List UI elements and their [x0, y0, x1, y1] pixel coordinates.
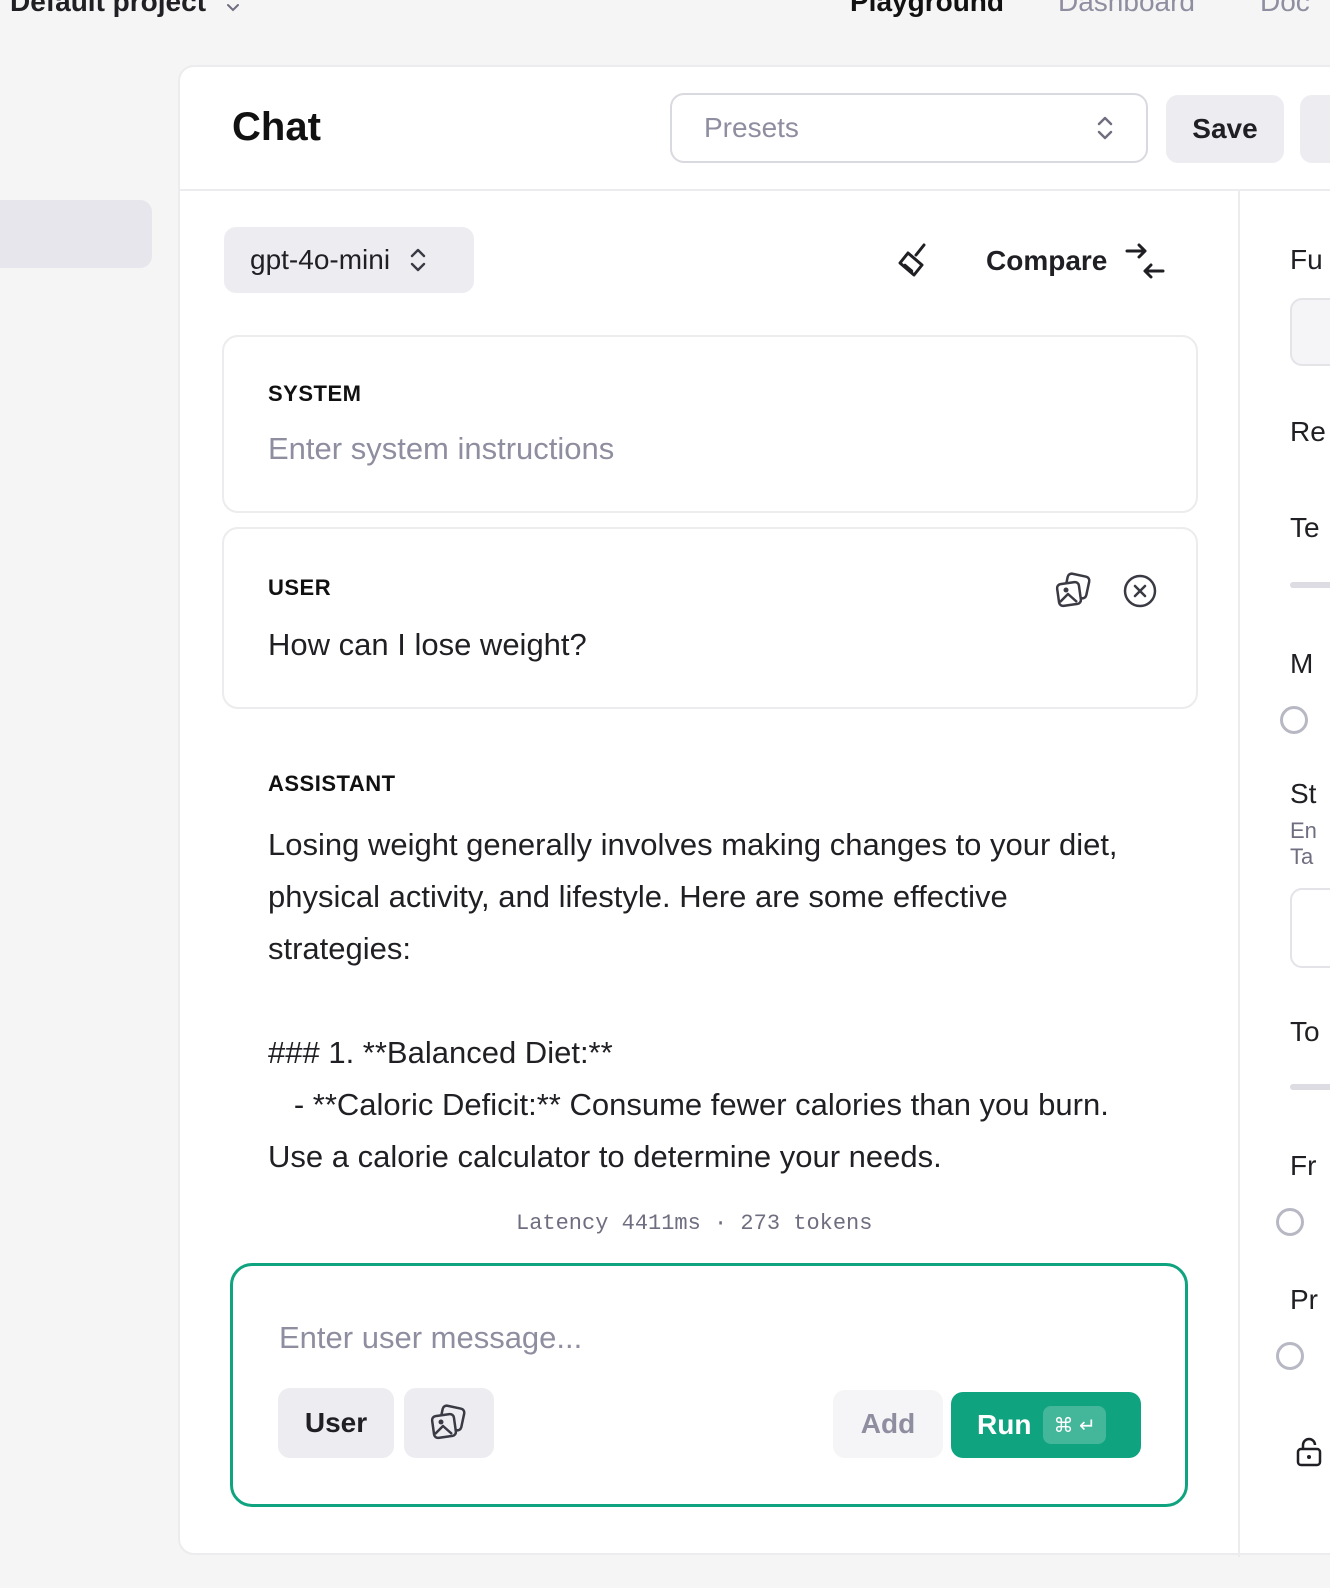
- run-label: Run: [977, 1409, 1032, 1440]
- broom-icon[interactable]: [894, 241, 934, 281]
- functions-button[interactable]: [1290, 298, 1330, 366]
- settings-label-temperature: Te: [1290, 512, 1320, 543]
- sidebar-item-chat[interactable]: [0, 200, 152, 268]
- role-label: SYSTEM: [268, 381, 362, 406]
- chevron-up-down-icon: [1097, 116, 1113, 140]
- nav-dashboard[interactable]: Dashboard: [1058, 0, 1195, 18]
- settings-label-frequency-penalty: Fr: [1290, 1150, 1317, 1181]
- presets-select[interactable]: Presets: [670, 93, 1148, 163]
- user-message-input[interactable]: Enter user message...: [279, 1320, 582, 1356]
- add-message-button[interactable]: Add: [833, 1390, 943, 1458]
- assistant-message-text[interactable]: Losing weight generally involves making …: [268, 819, 1148, 1183]
- chevron-up-down-icon: [227, 0, 240, 12]
- latency-stats: Latency 4411ms · 273 tokens: [516, 1211, 873, 1236]
- compare-arrows-icon: [1125, 243, 1165, 279]
- user-message-text[interactable]: How can I lose weight?: [268, 627, 587, 663]
- image-icon[interactable]: [1054, 571, 1094, 611]
- message-composer[interactable]: Enter user message... User Add Run ⌘ ↵: [230, 1263, 1188, 1507]
- role-toggle-button[interactable]: User: [278, 1388, 394, 1458]
- attach-image-button[interactable]: [404, 1388, 494, 1458]
- settings-label-functions: Fu: [1290, 244, 1323, 275]
- top-bar: Default project Playground Dashboard Doc: [0, 0, 1330, 40]
- keyboard-shortcut: ⌘ ↵: [1043, 1406, 1106, 1444]
- nav-playground[interactable]: Playground: [850, 0, 1004, 18]
- stop-sequences-hint: Ta: [1290, 844, 1314, 869]
- system-message[interactable]: SYSTEM Enter system instructions: [222, 335, 1198, 513]
- assistant-role-label: ASSISTANT: [268, 771, 396, 796]
- lock-icon[interactable]: [1294, 1436, 1324, 1468]
- image-icon: [430, 1404, 466, 1440]
- nav-docs[interactable]: Doc: [1260, 0, 1310, 18]
- temperature-slider[interactable]: [1290, 582, 1330, 588]
- panel-header: Chat Presets Save: [180, 67, 1330, 191]
- top-p-slider[interactable]: [1290, 1084, 1330, 1090]
- chat-panel: Chat Presets Save gpt-4o-mini Compare SY…: [178, 65, 1330, 1557]
- frequency-penalty-slider-handle[interactable]: [1276, 1208, 1304, 1236]
- presets-placeholder: Presets: [704, 112, 799, 143]
- role-label: USER: [268, 575, 332, 600]
- more-button[interactable]: [1300, 95, 1330, 163]
- settings-label-stop-sequences: St: [1290, 778, 1317, 809]
- stop-sequences-input[interactable]: [1290, 888, 1330, 968]
- page-title: Chat: [232, 105, 321, 149]
- project-selector[interactable]: Default project: [10, 0, 244, 18]
- compare-label: Compare: [986, 245, 1108, 276]
- system-instructions-input[interactable]: Enter system instructions: [268, 431, 614, 467]
- remove-circle-icon[interactable]: [1120, 571, 1160, 611]
- model-name: gpt-4o-mini: [250, 244, 391, 275]
- panel-divider: [1238, 191, 1240, 1557]
- chevron-up-down-icon: [410, 248, 426, 272]
- presence-penalty-slider-handle[interactable]: [1276, 1342, 1304, 1370]
- settings-label-top-p: To: [1290, 1016, 1320, 1047]
- project-name: Default project: [10, 0, 207, 17]
- settings-label-response-format: Re: [1290, 416, 1326, 447]
- run-button[interactable]: Run ⌘ ↵: [951, 1392, 1141, 1458]
- settings-label-max-tokens: M: [1290, 648, 1314, 679]
- user-message[interactable]: USER How can I lose weight?: [222, 527, 1198, 709]
- max-tokens-slider-handle[interactable]: [1280, 706, 1308, 734]
- model-select[interactable]: gpt-4o-mini: [224, 227, 474, 293]
- stop-sequences-hint: En: [1290, 818, 1317, 843]
- settings-label-presence-penalty: Pr: [1290, 1284, 1318, 1315]
- save-button[interactable]: Save: [1166, 95, 1284, 163]
- compare-button[interactable]: Compare: [986, 241, 1165, 281]
